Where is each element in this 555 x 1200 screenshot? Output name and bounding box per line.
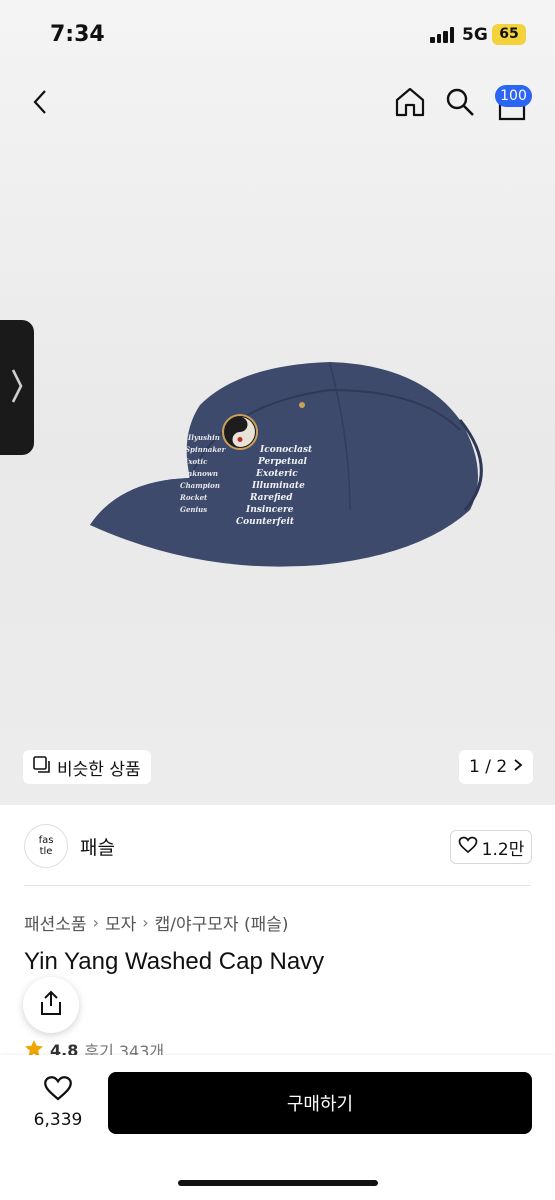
chevron-left-icon [32, 89, 48, 119]
divider [24, 885, 531, 886]
side-drawer-handle[interactable] [0, 320, 34, 455]
similar-products-label: 비슷한 상품 [57, 759, 141, 780]
svg-text:Insincere: Insincere [245, 505, 294, 515]
chevron-right-icon: › [92, 913, 99, 932]
bottom-action-bar: 6,339 구매하기 [0, 1055, 555, 1200]
signal-icon [430, 27, 456, 43]
search-button[interactable] [438, 82, 482, 126]
page-indicator-text: 1 / 2 [469, 757, 508, 777]
home-button[interactable] [388, 82, 432, 126]
svg-text:Unknown: Unknown [181, 469, 218, 478]
brand-logo[interactable]: fas tle [24, 824, 68, 868]
brand-like-button[interactable]: 1.2만 [450, 830, 532, 864]
brand-like-count: 1.2만 [481, 839, 525, 860]
breadcrumb-item[interactable]: 패션소품 [24, 910, 87, 935]
svg-text:Exoteric: Exoteric [255, 469, 298, 479]
breadcrumb-item[interactable]: 모자 [105, 910, 136, 935]
status-bar: 7:34 5G 65 [0, 0, 555, 70]
wishlist-count: 6,339 [33, 1110, 83, 1130]
svg-text:Ilyushin: Ilyushin [187, 433, 220, 442]
svg-text:Rarefied: Rarefied [249, 493, 293, 503]
brand-row: fas tle 패슬 1.2만 [0, 820, 555, 880]
chevron-right-icon: › [142, 913, 149, 932]
search-icon [445, 87, 475, 121]
home-icon [394, 86, 426, 122]
product-title: Yin Yang Washed Cap Navy [24, 948, 325, 975]
buy-button[interactable]: 구매하기 [108, 1072, 532, 1134]
image-page-indicator[interactable]: 1 / 2 [459, 750, 534, 784]
heart-icon [458, 836, 478, 859]
battery-indicator: 65 [492, 24, 526, 45]
svg-text:Counterfeit: Counterfeit [236, 517, 295, 527]
svg-text:Rocket: Rocket [179, 493, 208, 502]
chevron-right-icon [513, 757, 523, 777]
home-indicator [178, 1180, 378, 1186]
svg-text:Champion: Champion [180, 481, 220, 490]
svg-text:Perpetual: Perpetual [257, 457, 308, 467]
breadcrumb: 패션소품 › 모자 › 캡/야구모자 (패슬) [24, 910, 289, 935]
svg-text:Illuminate: Illuminate [251, 481, 305, 491]
share-button[interactable] [23, 977, 79, 1033]
network-type: 5G [462, 25, 488, 45]
status-time: 7:34 [50, 22, 105, 47]
brand-name[interactable]: 패슬 [80, 833, 115, 860]
wishlist-button[interactable]: 6,339 [30, 1075, 86, 1130]
product-image-cap: Ilyushin Spinnaker Exotic Unknown Champi… [80, 360, 510, 580]
copy-icon [33, 755, 51, 779]
share-icon [39, 990, 63, 1020]
svg-text:Iconoclast: Iconoclast [259, 445, 313, 455]
top-navigation [0, 78, 555, 134]
chevron-right-icon [10, 367, 24, 409]
cart-count-badge: 100 [495, 85, 532, 107]
svg-text:Genius: Genius [180, 505, 207, 514]
back-button[interactable] [18, 82, 62, 126]
svg-text:Exotic: Exotic [182, 457, 208, 466]
breadcrumb-item[interactable]: 캡/야구모자 (패슬) [155, 910, 289, 935]
heart-icon [43, 1076, 73, 1106]
similar-products-button[interactable]: 비슷한 상품 [23, 750, 151, 784]
svg-text:Spinnaker: Spinnaker [185, 445, 227, 454]
